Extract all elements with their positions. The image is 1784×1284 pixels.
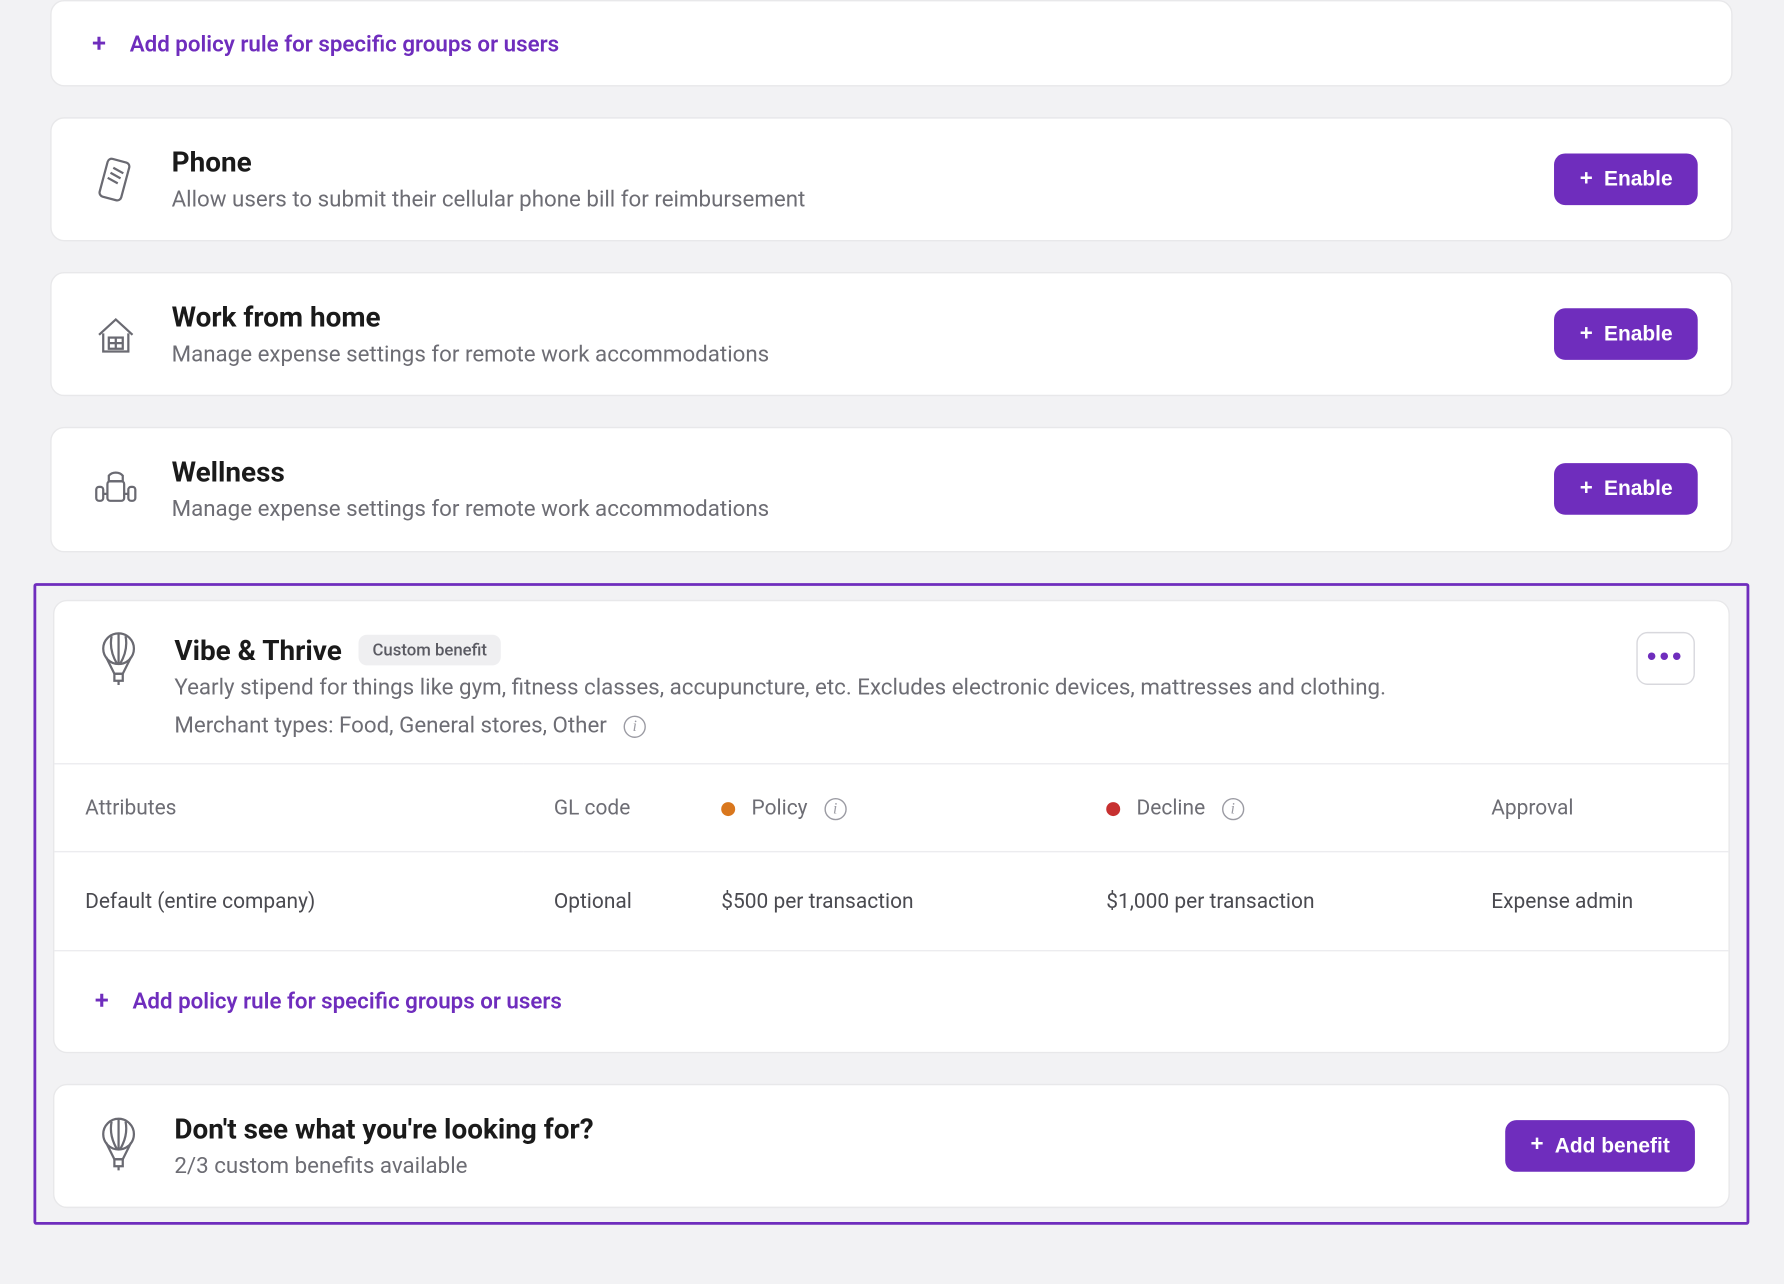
footer-title: Don't see what you're looking for? — [174, 1110, 1480, 1146]
add-policy-rule-link[interactable]: + Add policy rule for specific groups or… — [85, 21, 559, 66]
col-approval: Approval — [1461, 763, 1729, 851]
more-actions-button[interactable]: ••• — [1636, 631, 1695, 684]
cell-policy: $500 per transaction — [691, 851, 1076, 949]
enable-label: Enable — [1604, 323, 1673, 347]
table-row[interactable]: Default (entire company) Optional $500 p… — [54, 851, 1728, 949]
benefit-title: Phone — [172, 144, 1530, 180]
info-icon[interactable]: i — [624, 715, 646, 737]
plus-icon: + — [1580, 478, 1593, 500]
home-icon — [85, 309, 146, 359]
enable-label: Enable — [1604, 168, 1673, 192]
phone-icon — [85, 154, 146, 204]
col-attributes: Attributes — [54, 763, 523, 851]
benefit-card-phone: Phone Allow users to submit their cellul… — [50, 117, 1732, 241]
decline-dot-icon — [1106, 802, 1120, 816]
benefit-subtitle: Allow users to submit their cellular pho… — [172, 183, 1530, 215]
benefit-title: Work from home — [172, 299, 1530, 335]
cell-glcode: Optional — [523, 851, 690, 949]
plus-icon: + — [1531, 1135, 1544, 1157]
custom-benefit-badge: Custom benefit — [359, 634, 501, 665]
cell-decline: $1,000 per transaction — [1076, 851, 1461, 949]
benefit-card-wfh: Work from home Manage expense settings f… — [50, 272, 1732, 396]
add-policy-rule-link[interactable]: + Add policy rule for specific groups or… — [88, 979, 562, 1024]
benefit-title: Wellness — [172, 454, 1530, 490]
enable-button[interactable]: + Enable — [1555, 464, 1698, 516]
col-glcode: GL code — [523, 763, 690, 851]
plus-icon: + — [1580, 168, 1593, 190]
highlight-frame: Vibe & Thrive Custom benefit Yearly stip… — [33, 582, 1749, 1224]
wellness-icon — [85, 464, 146, 514]
plus-icon: + — [1580, 323, 1593, 345]
footer-subtitle: 2/3 custom benefits available — [174, 1149, 1480, 1181]
add-benefit-button[interactable]: + Add benefit — [1505, 1120, 1695, 1172]
cell-attributes: Default (entire company) — [54, 851, 523, 949]
enable-label: Enable — [1604, 478, 1673, 502]
col-policy: Policy i — [691, 763, 1076, 851]
add-benefit-card: Don't see what you're looking for? 2/3 c… — [53, 1084, 1730, 1208]
cell-approval: Expense admin — [1461, 851, 1729, 949]
enable-button[interactable]: + Enable — [1555, 154, 1698, 206]
plus-icon: + — [85, 29, 113, 57]
balloon-icon — [88, 631, 149, 687]
previous-benefit-card-fragment: + Add policy rule for specific groups or… — [50, 0, 1732, 86]
add-rule-label: Add policy rule for specific groups or u… — [130, 30, 559, 57]
info-icon[interactable]: i — [824, 798, 846, 820]
add-benefit-label: Add benefit — [1555, 1134, 1670, 1158]
policy-rules-table: Attributes GL code Policy i Decline i — [54, 763, 1728, 950]
plus-icon: + — [88, 987, 116, 1015]
benefit-title: Vibe & Thrive — [174, 631, 341, 667]
policy-dot-icon — [721, 802, 735, 816]
enable-button[interactable]: + Enable — [1555, 309, 1698, 361]
benefit-card-wellness: Wellness Manage expense settings for rem… — [50, 427, 1732, 551]
benefit-subtitle: Manage expense settings for remote work … — [172, 493, 1530, 525]
merchant-types: Merchant types: Food, General stores, Ot… — [174, 711, 606, 738]
benefit-subtitle: Manage expense settings for remote work … — [172, 338, 1530, 370]
col-decline: Decline i — [1076, 763, 1461, 851]
benefit-card-vibe-thrive: Vibe & Thrive Custom benefit Yearly stip… — [53, 599, 1730, 1053]
ellipsis-icon: ••• — [1647, 642, 1685, 674]
add-rule-label: Add policy rule for specific groups or u… — [133, 988, 562, 1015]
benefit-description: Yearly stipend for things like gym, fitn… — [174, 670, 1611, 702]
info-icon[interactable]: i — [1222, 798, 1244, 820]
balloon-icon — [88, 1118, 149, 1174]
